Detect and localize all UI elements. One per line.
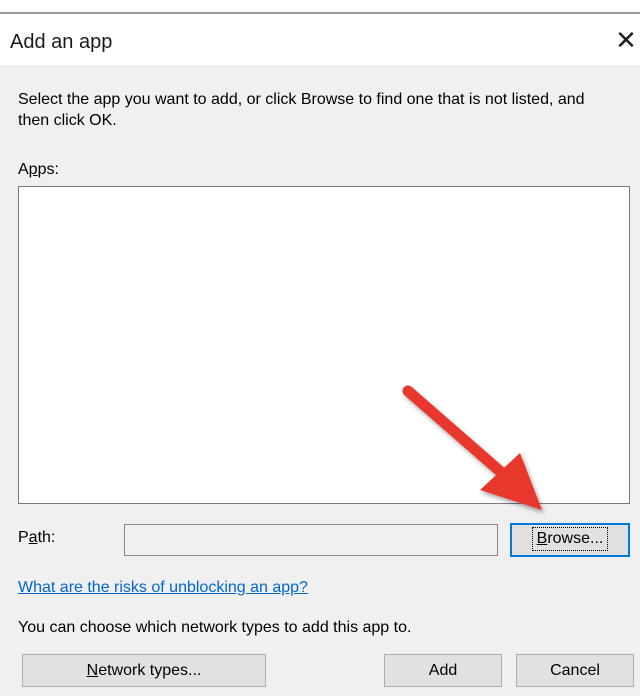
network-types-button[interactable]: Network types...	[22, 654, 266, 687]
path-label: Path:	[18, 529, 56, 546]
close-icon[interactable]: ✕	[612, 24, 640, 56]
instructions-text: Select the app you want to add, or click…	[18, 91, 585, 129]
browse-button[interactable]: Browse...	[510, 523, 630, 557]
risks-link[interactable]: What are the risks of unblocking an app?	[18, 579, 308, 597]
dialog-body: Select the app you want to add, or click…	[0, 67, 640, 696]
add-button[interactable]: Add	[384, 654, 502, 687]
apps-label: Apps:	[18, 161, 59, 178]
window-title: Add an app	[10, 31, 113, 53]
path-input[interactable]	[124, 524, 498, 556]
network-types-note: You can choose which network types to ad…	[18, 619, 412, 636]
apps-listbox[interactable]	[18, 186, 630, 504]
cancel-button[interactable]: Cancel	[516, 654, 634, 687]
title-bar: Add an app ✕	[0, 14, 640, 67]
